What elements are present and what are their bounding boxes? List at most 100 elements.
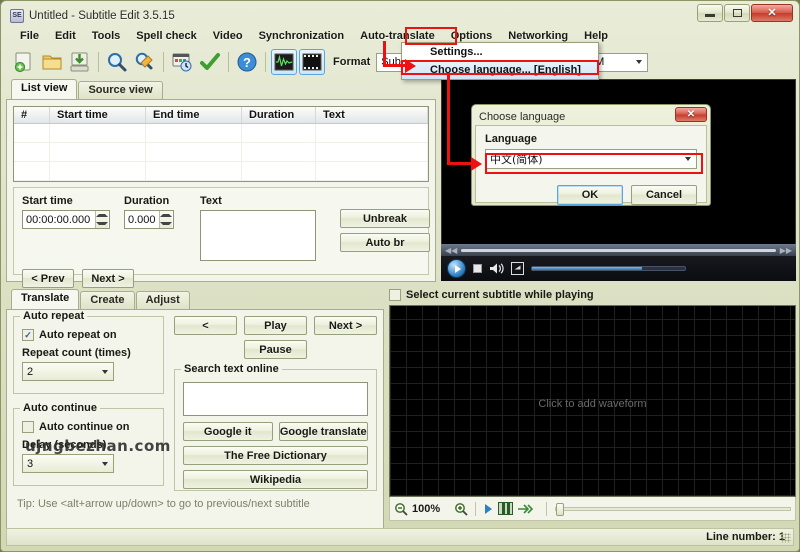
tab-create[interactable]: Create — [80, 291, 135, 309]
save-icon[interactable] — [67, 49, 93, 75]
column-text[interactable]: Text — [316, 107, 428, 123]
new-icon[interactable] — [11, 49, 37, 75]
menu-spell-check[interactable]: Spell check — [128, 28, 205, 44]
subtitle-listview[interactable]: # Start time End time Duration Text — [13, 106, 429, 182]
menu-synchronization[interactable]: Synchronization — [251, 28, 353, 44]
waveform-canvas[interactable]: Click to add waveform — [389, 305, 796, 497]
grid-icon[interactable] — [498, 502, 514, 515]
delay-combo[interactable]: 3 — [22, 454, 114, 473]
duration-stepper[interactable] — [124, 210, 174, 229]
language-combo[interactable]: 中文(简体) — [485, 149, 697, 169]
close-button[interactable]: ✕ — [751, 4, 793, 22]
wikipedia-button[interactable]: Wikipedia — [183, 470, 368, 489]
translate-pause-button[interactable]: Pause — [244, 340, 307, 359]
ok-button[interactable]: OK — [557, 185, 623, 205]
column-duration[interactable]: Duration — [242, 107, 316, 123]
start-time-input[interactable] — [23, 211, 95, 228]
menu-video[interactable]: Video — [205, 28, 251, 44]
start-time-label: Start time — [22, 195, 73, 207]
dialog-close-button[interactable]: ✕ — [675, 107, 707, 122]
rewind-icon[interactable]: ◀◀ — [445, 246, 457, 255]
text-label: Text — [200, 195, 222, 207]
zoom-out-icon[interactable] — [394, 502, 408, 516]
seek-track[interactable] — [461, 248, 776, 252]
menu-item-choose-language[interactable]: Choose language... [English] — [402, 61, 598, 79]
open-icon[interactable] — [39, 49, 65, 75]
menu-edit[interactable]: Edit — [47, 28, 84, 44]
menu-file[interactable]: File — [12, 28, 47, 44]
playback-speed-icon[interactable] — [517, 503, 534, 515]
minimize-button[interactable] — [697, 4, 723, 22]
table-row[interactable] — [14, 124, 428, 143]
video-toggle-icon[interactable] — [299, 49, 325, 75]
tab-translate[interactable]: Translate — [11, 289, 80, 309]
start-time-spin-buttons[interactable] — [95, 211, 108, 228]
play-icon[interactable] — [447, 259, 466, 278]
help-icon[interactable]: ? — [234, 49, 260, 75]
translate-next-button[interactable]: Next > — [314, 316, 377, 335]
app-window: SE Untitled - Subtitle Edit 3.5.15 ✕ Fil… — [0, 0, 800, 552]
zoom-value[interactable]: 100% — [412, 503, 440, 515]
select-subtitle-checkbox[interactable]: ✓ Select current subtitle while playing — [389, 289, 796, 301]
auto-continue-checkbox[interactable]: ✓ Auto continue on — [22, 421, 155, 433]
next-button[interactable]: Next > — [82, 269, 134, 288]
chevron-down-icon — [102, 369, 108, 374]
replace-icon[interactable] — [132, 49, 158, 75]
translate-play-button[interactable]: Play — [244, 316, 307, 335]
toolbar-separator — [98, 52, 99, 72]
maximize-button[interactable] — [724, 4, 750, 22]
tab-list-view[interactable]: List view — [11, 79, 78, 99]
spell-check-icon[interactable] — [197, 49, 223, 75]
volume-slider[interactable] — [531, 266, 686, 271]
menu-tools[interactable]: Tools — [84, 28, 129, 44]
duration-input[interactable] — [125, 211, 159, 228]
tab-source-view[interactable]: Source view — [78, 81, 163, 99]
google-translate-button[interactable]: Google translate — [278, 422, 368, 441]
select-subtitle-label: Select current subtitle while playing — [406, 289, 594, 301]
tip-text: Tip: Use <alt+arrow up/down> to go to pr… — [17, 498, 310, 510]
translate-prev-button[interactable]: < — [174, 316, 237, 335]
stop-icon[interactable] — [473, 264, 482, 273]
table-row[interactable] — [14, 143, 428, 162]
auto-br-button[interactable]: Auto br — [340, 233, 430, 252]
prev-button[interactable]: < Prev — [22, 269, 74, 288]
video-seekbar[interactable]: ◀◀ ▶▶ — [441, 244, 796, 256]
forward-icon[interactable]: ▶▶ — [780, 246, 792, 255]
waveform-toggle-icon[interactable] — [271, 49, 297, 75]
free-dictionary-button[interactable]: The Free Dictionary — [183, 446, 368, 465]
resize-grip[interactable] — [781, 533, 791, 543]
waveform-position-slider[interactable] — [555, 502, 791, 516]
slider-handle[interactable] — [556, 502, 565, 516]
search-input[interactable] — [183, 382, 368, 416]
repeat-count-combo[interactable]: 2 — [22, 362, 114, 381]
play-icon[interactable] — [483, 503, 494, 515]
spin-up-icon[interactable] — [96, 211, 108, 220]
column-index[interactable]: # — [14, 107, 50, 123]
unbreak-button[interactable]: Unbreak — [340, 209, 430, 228]
menu-item-settings[interactable]: Settings... — [402, 43, 598, 61]
toolbar-separator — [265, 52, 266, 72]
sync-icon[interactable] — [169, 49, 195, 75]
text-input[interactable] — [200, 210, 316, 261]
spin-down-icon[interactable] — [96, 220, 108, 229]
google-it-button[interactable]: Google it — [183, 422, 273, 441]
volume-icon[interactable] — [489, 262, 504, 275]
search-online-group: Search text online Google it Google tran… — [174, 363, 377, 491]
spin-up-icon[interactable] — [160, 211, 172, 220]
column-start-time[interactable]: Start time — [50, 107, 146, 123]
checkbox-icon: ✓ — [389, 289, 401, 301]
find-icon[interactable] — [104, 49, 130, 75]
start-time-stepper[interactable] — [22, 210, 110, 229]
column-end-time[interactable]: End time — [146, 107, 242, 123]
duration-spin-buttons[interactable] — [159, 211, 172, 228]
fullscreen-icon[interactable] — [511, 262, 524, 275]
zoom-in-icon[interactable] — [454, 502, 468, 516]
auto-repeat-checkbox[interactable]: ✓ Auto repeat on — [22, 329, 155, 341]
maximize-icon — [732, 9, 742, 17]
minimize-icon — [705, 14, 715, 17]
translate-panel: Auto repeat ✓ Auto repeat on Repeat coun… — [6, 309, 384, 531]
cancel-button[interactable]: Cancel — [631, 185, 697, 205]
table-row[interactable] — [14, 162, 428, 181]
tab-adjust[interactable]: Adjust — [135, 291, 190, 309]
spin-down-icon[interactable] — [160, 220, 172, 229]
